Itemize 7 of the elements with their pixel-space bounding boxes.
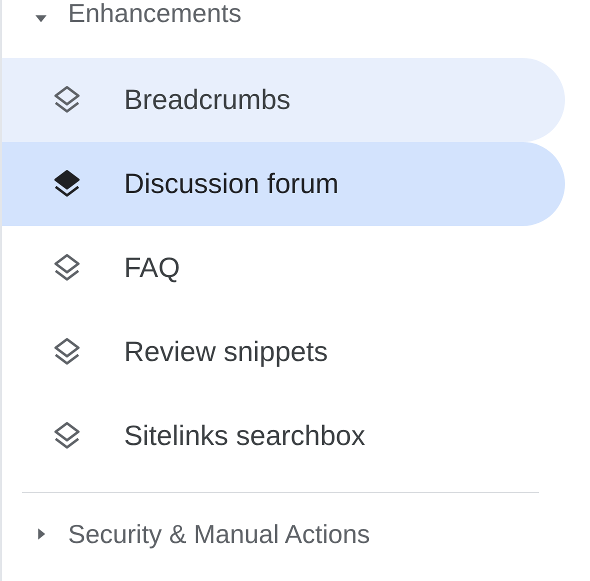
nav-item[interactable]: Review snippets [2, 310, 565, 394]
section-header[interactable]: Enhancements [2, 0, 242, 38]
nav-item[interactable]: Discussion forum [2, 142, 565, 226]
nav-item[interactable]: FAQ [2, 226, 565, 310]
section-header[interactable]: Security & Manual Actions [2, 521, 370, 547]
nav-item[interactable]: Sitelinks searchbox [2, 394, 565, 478]
nav-item[interactable]: Breadcrumbs [2, 58, 565, 142]
